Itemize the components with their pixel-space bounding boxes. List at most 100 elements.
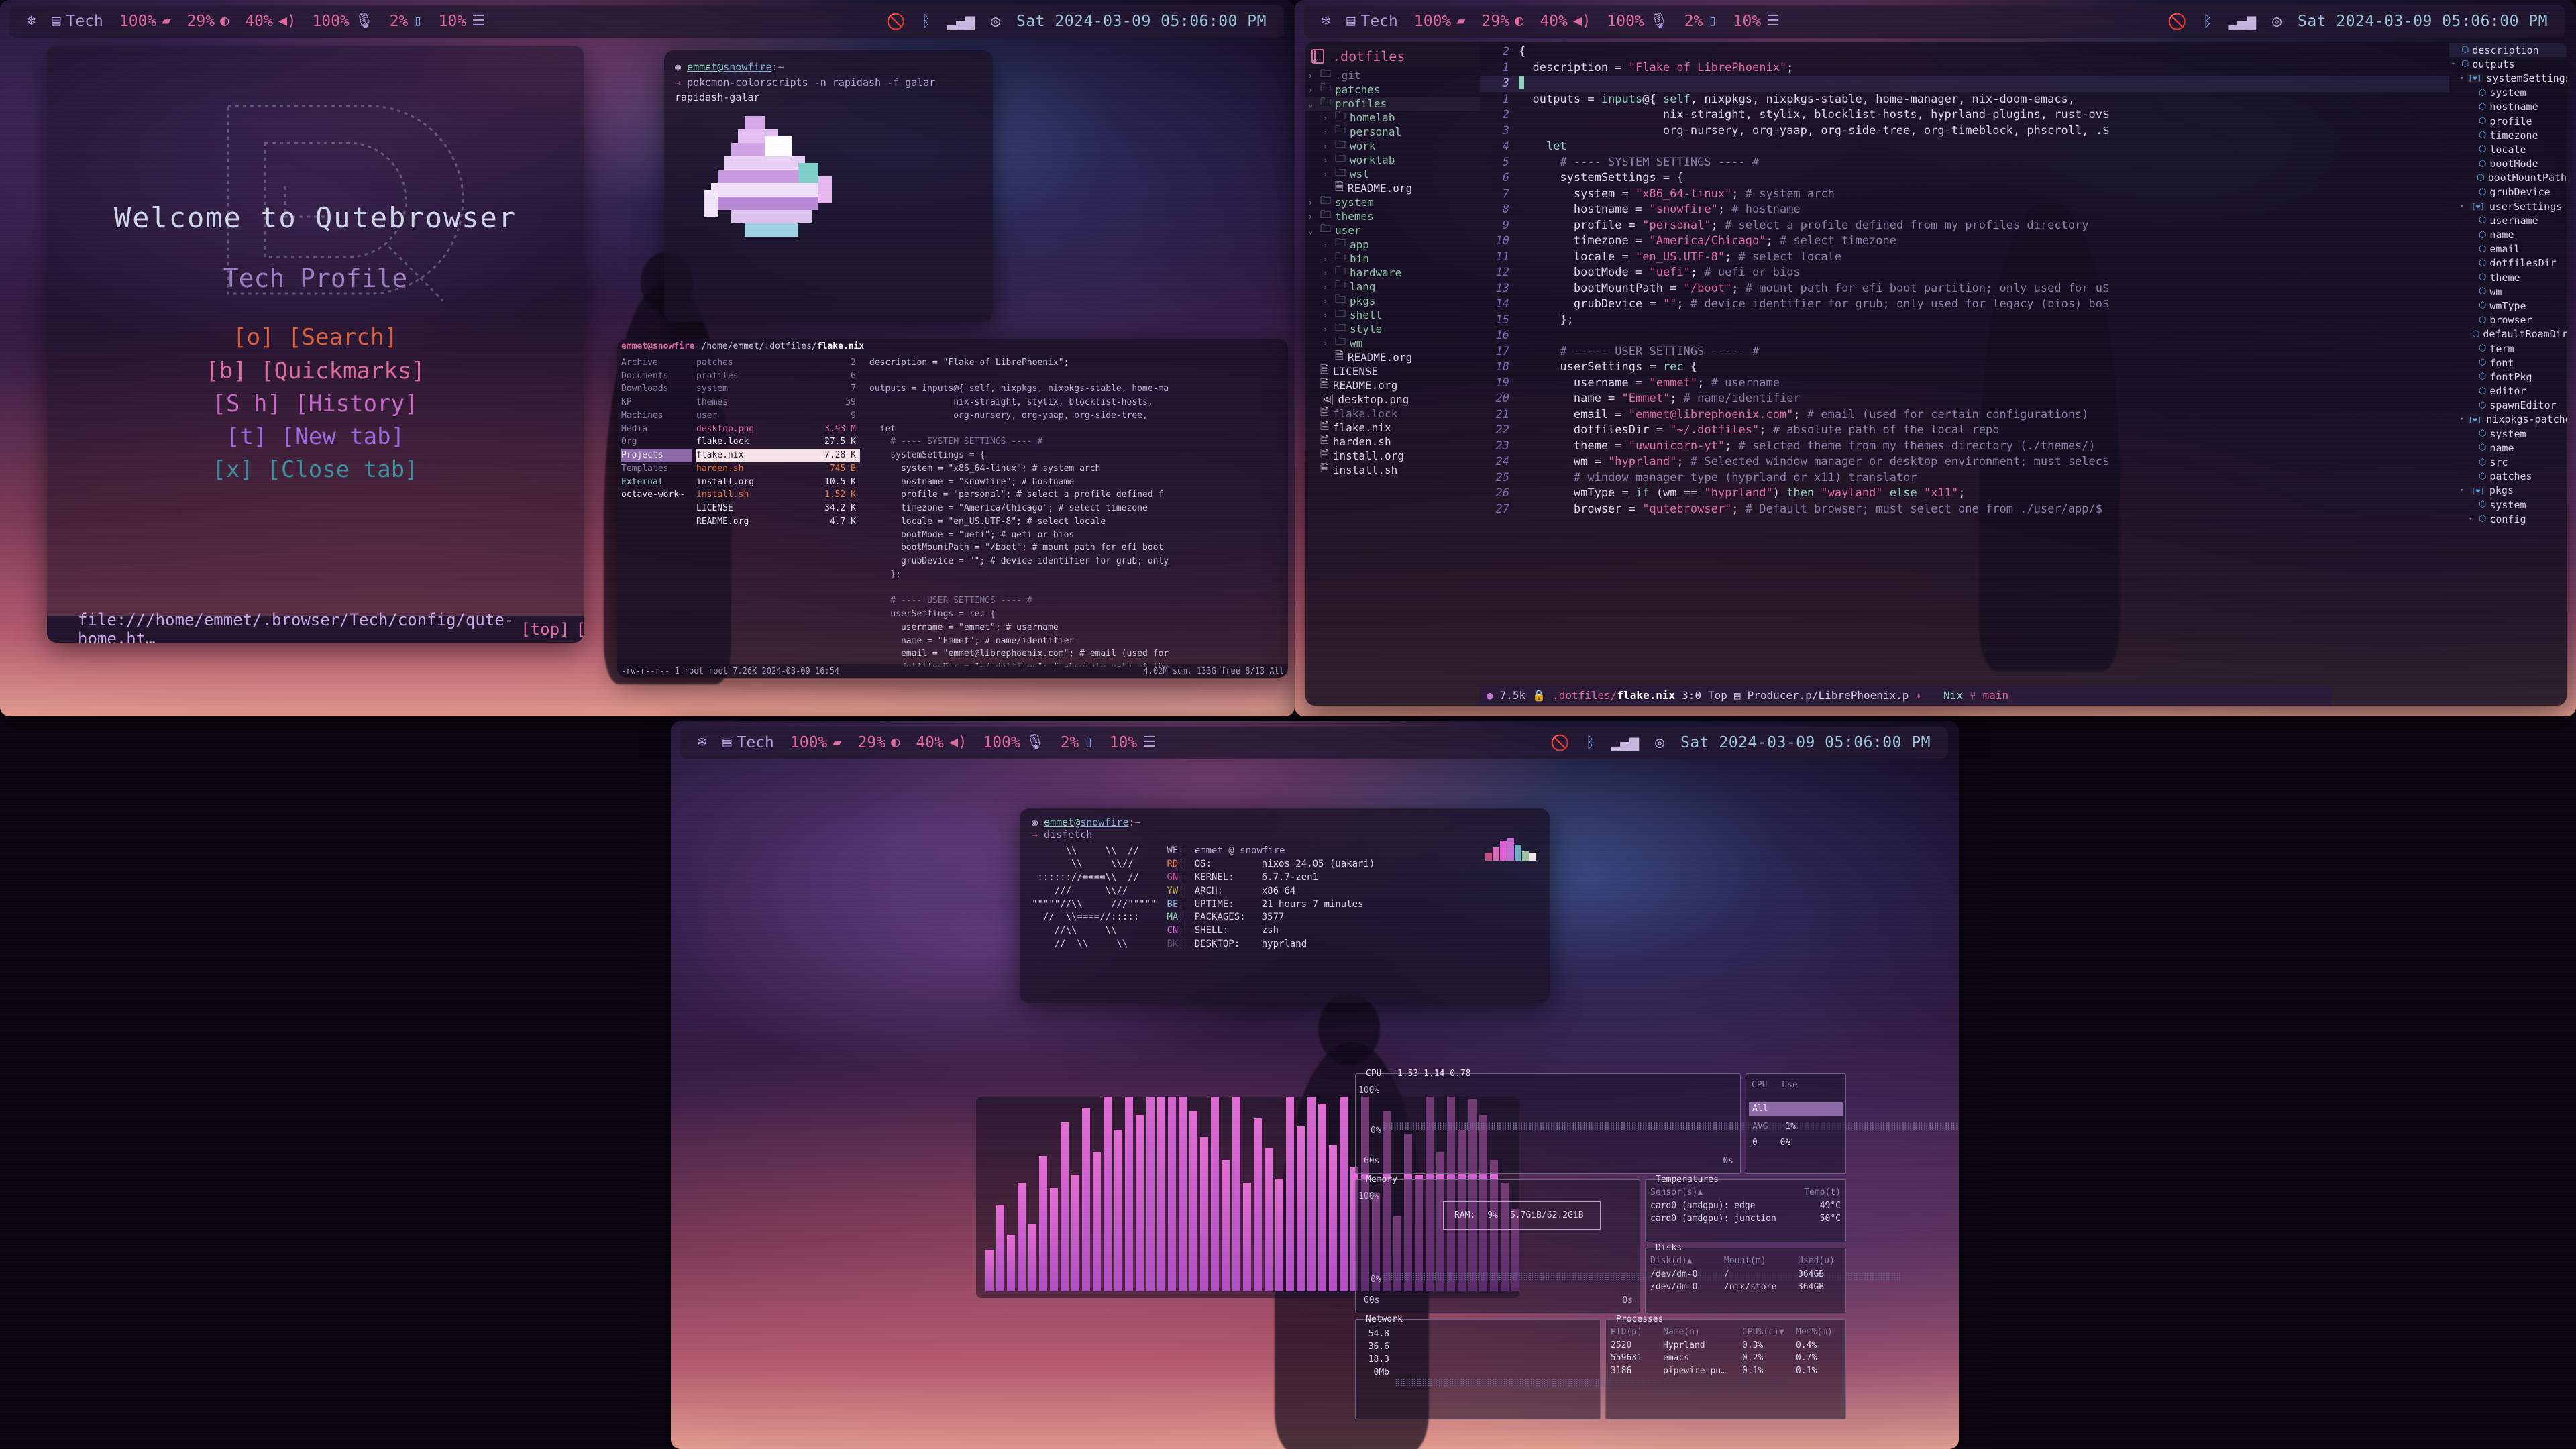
outline-row[interactable]: ⬡ name [2449,441,2567,455]
no-network-icon-three[interactable]: 🚫 [1542,734,1578,752]
bluetooth-icon-two[interactable]: ᛒ [2195,13,2220,30]
disc-icon-two[interactable]: ◎ [2264,13,2290,30]
ranger-column-current[interactable]: patches 2 profiles 6 system 7 themes 59 user 9 des… [692,355,860,667]
chevron-icon[interactable]: › [1308,85,1316,95]
treemacs-row[interactable]: 🖼 desktop.png [1305,392,1480,407]
chevron-icon[interactable]: › [1323,156,1331,165]
qutebrowser-window[interactable]: Welcome to Qutebrowser Tech Profile [o] … [47,46,584,643]
chevron-icon[interactable]: › [1323,170,1331,179]
outline-row[interactable]: ⬡ font [2449,356,2567,370]
outline-row[interactable]: ⬡ hostname [2449,100,2567,114]
treemacs-row[interactable]: 🗎 harden.sh [1305,433,1480,449]
workspace-module[interactable]: ▤ Tech [44,13,111,30]
microphone-module[interactable]: 100% 🎙 [304,13,381,30]
ranger-parent-item[interactable]: Documents [621,370,692,383]
ranger-parent-item[interactable]: External [621,476,692,489]
treemacs-row[interactable]: ⌄ 🗀 user [1305,222,1480,237]
triangle-icon[interactable]: ▾ [2460,203,2467,210]
treemacs-row[interactable]: › 🗀 themes [1305,208,1480,223]
btop-window[interactable]: CPU ─ 1.53 1.14 0.78 100% 0% ⣿⣿⣿⣿⣿⣿⣿⣿⣿⣿⣿… [1355,1069,1959,1432]
ranger-file-row[interactable]: profiles 6 [696,370,860,383]
emacs-treemacs-sidebar[interactable]: .dotfiles › 🗀 .git › 🗀 patches ⌄ 🗀 profiles › 🗀 hom… [1305,42,1480,706]
outline-row[interactable]: ⬡ system [2449,498,2567,512]
ranger-file-row[interactable]: themes 59 [696,396,860,409]
ranger-parent-item[interactable]: Templates [621,462,692,476]
treemacs-row[interactable]: › 🗀 hardware [1305,264,1480,280]
pokemon-terminal-window[interactable]: ◉ emmet@snowfire:~ → pokemon-colorscript… [664,50,993,322]
ranger-file-row[interactable]: flake.lock 27.5 K [696,435,860,449]
nix-logo-icon-two[interactable]: ❄ [1313,14,1338,29]
outline-row[interactable]: ▾ ⬡ config [2449,512,2567,526]
chevron-icon[interactable]: ⌄ [1308,226,1316,235]
process-row[interactable]: 2520 Hyprland 0.3% 0.4% [1611,1340,1841,1352]
outline-row[interactable]: ▾ [❤] userSettings [2449,199,2567,213]
workspace-module-three[interactable]: ▤ Tech [714,734,782,751]
outline-row[interactable]: ⬡ wm [2449,284,2567,299]
signal-icon[interactable]: ▂▄▆ [939,13,983,30]
startpage-link[interactable]: [b] [Quickmarks] [205,355,425,388]
brightness-module[interactable]: 29% ◐ [179,13,237,30]
ranger-window[interactable]: emmet@snowfire /home/emmet/.dotfiles/fla… [617,339,1288,678]
treemacs-row[interactable]: › 🗀 lang [1305,278,1480,294]
treemacs-row[interactable]: › 🗀 wm [1305,335,1480,350]
ranger-file-row[interactable]: patches 2 [696,356,860,370]
memory-module-three[interactable]: 10% ☰ [1102,734,1164,751]
volume-module-two[interactable]: 40% ◀) [1532,13,1599,30]
outline-row[interactable]: ⬡ theme [2449,270,2567,284]
ranger-file-row[interactable]: install.org 10.5 K [696,476,860,489]
outline-row[interactable]: ⬡ system [2449,86,2567,100]
outline-row[interactable]: ⬡ name [2449,227,2567,241]
outline-row[interactable]: ⬡ username [2449,213,2567,227]
treemacs-row[interactable]: › 🗀 worklab [1305,152,1480,167]
outline-row[interactable]: ⬡ bootMode [2449,157,2567,171]
brightness-module-three[interactable]: 29% ◐ [850,734,908,751]
triangle-icon[interactable]: ▾ [2460,487,2467,494]
battery-module[interactable]: 100% ▰ [111,13,179,30]
outline-row[interactable]: ▾ [❤] pkgs [2449,484,2567,498]
outline-row[interactable]: ⬡ timezone [2449,128,2567,142]
disc-icon-three[interactable]: ◎ [1647,734,1672,751]
memory-module-two[interactable]: 10% ☰ [1725,13,1788,30]
ranger-column-parent[interactable]: Archive Documents Downloads KP Machines Media… [617,355,692,667]
outline-row[interactable]: ▾ ⬡ outputs [2449,57,2567,71]
outline-row[interactable]: ⬡ wmType [2449,299,2567,313]
treemacs-row[interactable]: › 🗀 work [1305,138,1480,153]
battery-module-two[interactable]: 100% ▰ [1406,13,1474,30]
treemacs-row[interactable]: › 🗀 pkgs [1305,292,1480,308]
volume-module[interactable]: 40% ◀) [237,13,304,30]
ranger-file-row[interactable]: desktop.png 3.93 M [696,423,860,436]
ranger-parent-item[interactable]: Org [621,435,692,449]
outline-row[interactable]: ⬡ email [2449,242,2567,256]
chevron-icon[interactable]: › [1323,142,1331,151]
cpu-module-three[interactable]: 2% ▯ [1053,734,1102,751]
workspace-module-two[interactable]: ▤ Tech [1338,13,1406,30]
treemacs-row[interactable]: › 🗀 style [1305,321,1480,336]
ranger-file-row[interactable]: LICENSE 34.2 K [696,502,860,515]
treemacs-row[interactable]: › 🗀 personal [1305,123,1480,139]
startpage-link[interactable]: [x] [Close tab] [205,453,425,486]
signal-icon-three[interactable]: ▂▄▆ [1603,734,1648,751]
outline-row[interactable]: ▾ [❤]nixpkgs-patched [2449,413,2567,427]
ranger-parent-item[interactable]: KP [621,396,692,409]
outline-row[interactable]: ⬡ grubDevice [2449,185,2567,199]
outline-row[interactable]: ⬡ src [2449,455,2567,469]
chevron-icon[interactable]: ⌄ [1308,99,1316,109]
triangle-icon[interactable]: ▾ [2460,75,2463,82]
chevron-icon[interactable]: › [1323,282,1331,292]
treemacs-row[interactable]: 🗎 README.org [1305,377,1480,392]
chevron-icon[interactable]: › [1308,71,1316,80]
chevron-icon[interactable]: › [1308,198,1316,207]
treemacs-rows[interactable]: › 🗀 .git › 🗀 patches ⌄ 🗀 profiles › 🗀 homelab › 🗀 pers… [1305,67,1480,477]
volume-module-three[interactable]: 40% ◀) [908,734,975,751]
waybar-one[interactable]: ❄ ▤ Tech 100% ▰ 29% ◐ 40% ◀) 100% 🎙 2% ▯… [9,5,1284,38]
treemacs-project-header[interactable]: .dotfiles [1305,44,1480,68]
chevron-icon[interactable]: › [1323,311,1331,320]
ranger-file-row[interactable]: README.org 4.7 K [696,515,860,529]
bluetooth-icon-three[interactable]: ᛒ [1578,734,1603,751]
emacs-side-tree-outline[interactable]: ⬡ description ▾ ⬡ outputs ▾ [❤] systemSettings ⬡… [2449,42,2567,706]
triangle-icon[interactable]: ▾ [2460,416,2463,423]
ranger-file-row[interactable]: harden.sh 745 B [696,462,860,476]
clock-three[interactable]: Sat 2024-03-09 05:06:00 PM [1672,734,1939,751]
memory-module[interactable]: 10% ☰ [431,13,493,30]
treemacs-row[interactable]: › 🗀 bin [1305,250,1480,266]
